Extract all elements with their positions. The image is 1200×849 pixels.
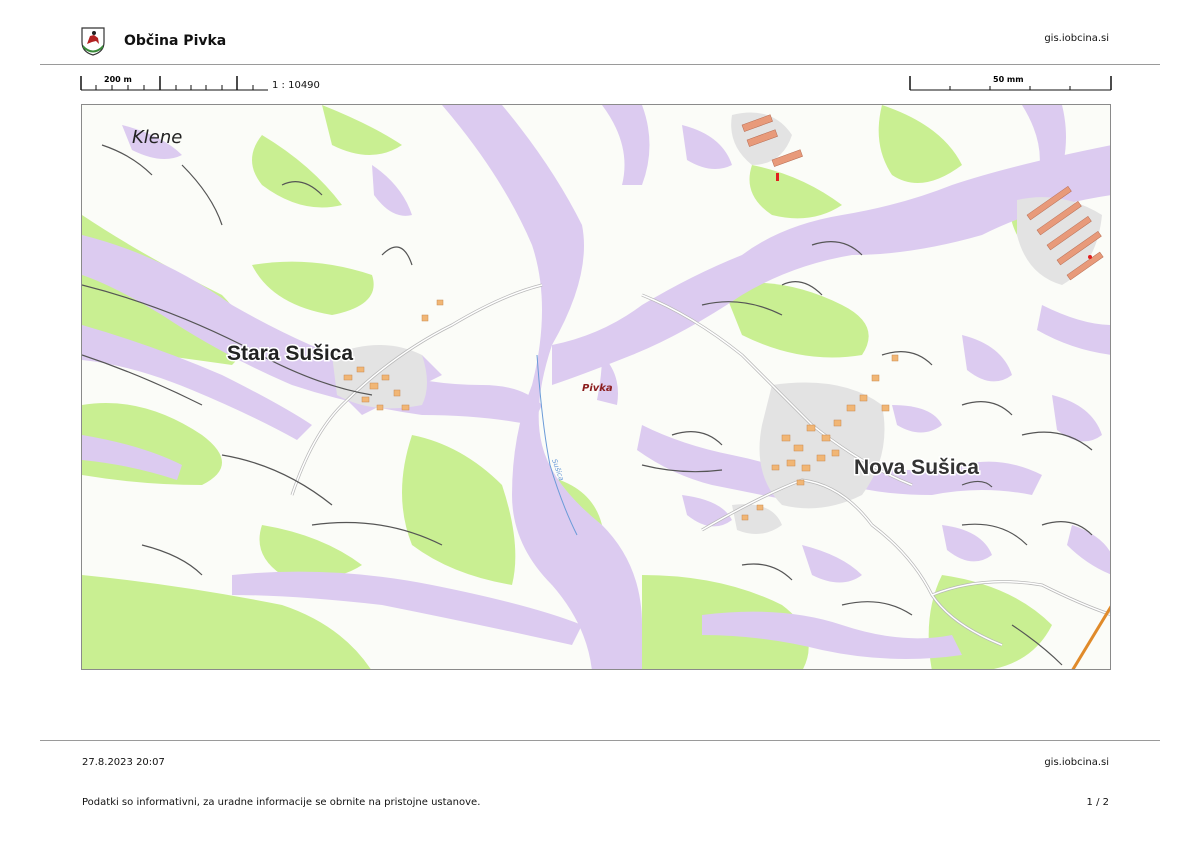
footer-disclaimer: Podatki so informativni, za uradne infor… <box>82 797 481 808</box>
mm-scale-label: 50 mm <box>993 75 1024 84</box>
footer-divider <box>40 740 1160 741</box>
footer-url: gis.iobcina.si <box>1044 757 1109 768</box>
header-title: Občina Pivka <box>124 33 227 49</box>
red-dot-marker <box>1088 255 1092 259</box>
header-divider <box>40 64 1160 65</box>
header-url: gis.iobcina.si <box>1044 33 1109 44</box>
scale-bar-label: 200 m <box>104 75 132 84</box>
red-marker <box>776 173 779 181</box>
map-canvas[interactable]: Klene Stara Sušica Nova Sušica Pivka Suš… <box>82 105 1111 670</box>
label-pivka: Pivka <box>582 383 613 394</box>
footer-date: 27.8.2023 20:07 <box>82 757 165 768</box>
map-frame[interactable]: Klene Stara Sušica Nova Sušica Pivka Suš… <box>81 104 1111 670</box>
label-klene: Klene <box>132 127 182 148</box>
coat-of-arms-logo <box>81 27 105 56</box>
label-stara-susica: Stara Sušica <box>227 342 353 365</box>
page-number: 1 / 2 <box>1086 797 1109 808</box>
mm-scale-bar: 50 mm <box>909 75 1112 91</box>
scale-ratio: 1 : 10490 <box>272 80 320 91</box>
scale-bar: 200 m <box>80 75 268 91</box>
label-nova-susica: Nova Sušica <box>854 456 979 479</box>
